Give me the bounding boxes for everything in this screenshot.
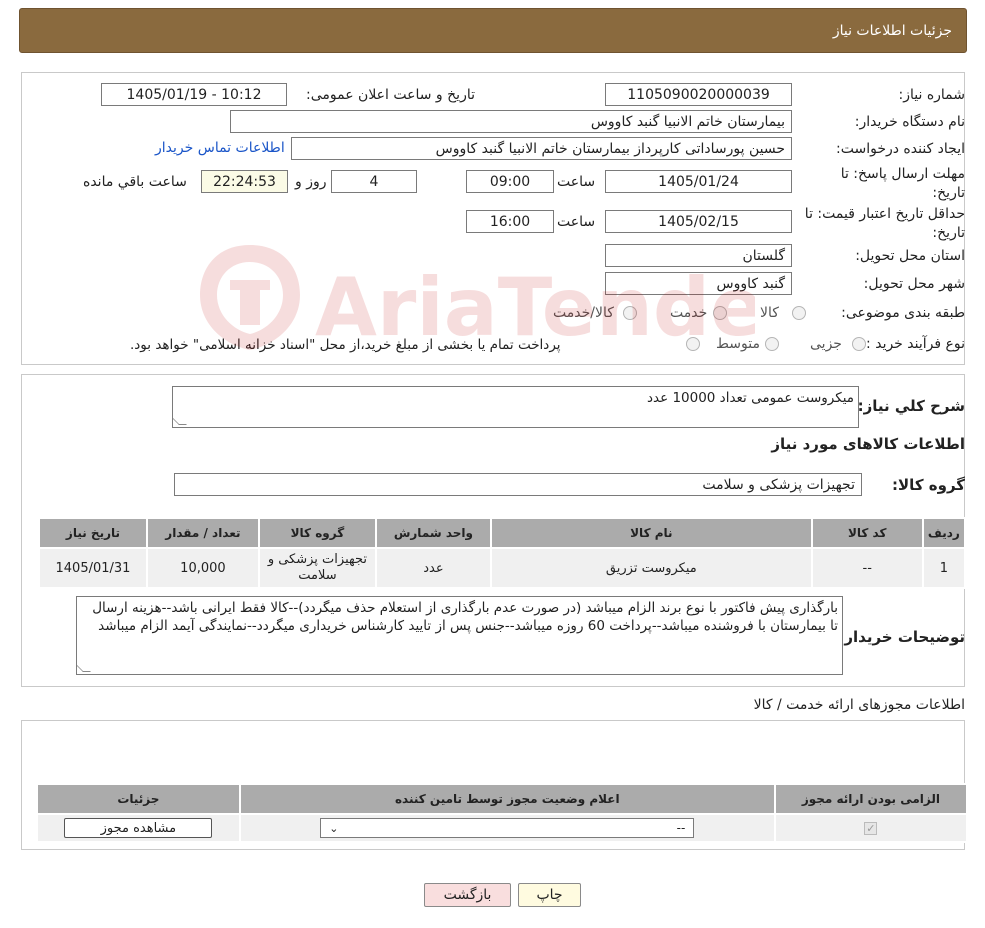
category-radio-goods-service[interactable] xyxy=(623,306,637,320)
column-row: ردیف xyxy=(921,517,967,549)
process-radio-medium[interactable] xyxy=(765,337,779,351)
buyer-org-label: نام دستگاه خریدار: xyxy=(854,114,965,130)
category-label: طبقه بندی موضوعی: xyxy=(841,305,965,321)
column-goods-name: نام کالا xyxy=(489,517,813,549)
city-label: شهر محل تحویل: xyxy=(863,276,965,292)
process-option-medium: متوسط xyxy=(716,336,760,352)
cell-quantity: 10,000 xyxy=(145,547,260,589)
cell-goods-code: -- xyxy=(810,547,924,589)
cell-goods-name: میکروست تزریق xyxy=(489,547,813,589)
permit-status-select[interactable]: ⌄ -- xyxy=(320,818,695,838)
category-option-service: خدمت xyxy=(670,305,708,321)
column-permit-status: اعلام وضعیت مجوز توسط تامین کننده xyxy=(238,783,776,815)
goods-table-header: تاریخ نیاز تعداد / مقدار گروه کالا واحد … xyxy=(38,517,967,549)
buyer-contact-link[interactable]: اطلاعات تماس خریدار xyxy=(155,140,285,156)
category-option-goods: کالا xyxy=(760,305,779,321)
column-permit-required: الزامی بودن ارائه مجوز xyxy=(773,783,969,815)
buyer-notes-text: بارگذاری پیش فاکتور با نوع برند الزام می… xyxy=(92,600,838,634)
category-radio-goods[interactable] xyxy=(792,306,806,320)
print-button[interactable]: چاپ xyxy=(518,883,581,907)
column-need-date: تاریخ نیاز xyxy=(38,517,148,549)
column-quantity: تعداد / مقدار xyxy=(145,517,260,549)
back-button[interactable]: بازگشت xyxy=(424,883,511,907)
province-field: گلستان xyxy=(605,244,792,267)
cell-permit-required: ✓ xyxy=(773,813,969,843)
announce-datetime-field: 1405/01/19 - 10:12 xyxy=(101,83,287,106)
cell-details: مشاهده مجوز xyxy=(36,813,241,843)
resize-grip-icon[interactable] xyxy=(77,664,91,672)
process-radio-minor[interactable] xyxy=(852,337,866,351)
price-validity-time-field: 16:00 xyxy=(466,210,554,233)
permit-required-checkbox[interactable]: ✓ xyxy=(864,821,878,835)
description-textarea[interactable]: میکروست عمومی تعداد 10000 عدد xyxy=(172,386,859,428)
time-remaining-field: 22:24:53 xyxy=(201,170,288,193)
column-unit: واحد شمارش xyxy=(374,517,492,549)
days-remaining-field: 4 xyxy=(331,170,417,193)
buyer-org-field: بیمارستان خاتم الانبیا گنبد کاووس xyxy=(230,110,792,133)
deadline-label: مهلت ارسال پاسخ: تا تاریخ: xyxy=(840,166,965,201)
goods-group-label: گروه کالا: xyxy=(892,476,965,494)
deadline-time-field: 09:00 xyxy=(466,170,554,193)
column-goods-group: گروه کالا xyxy=(257,517,377,549)
table-row: 1405/01/31 10,000 تجهیزات پزشکی و سلامت … xyxy=(38,547,967,589)
treasury-payment-note: پرداخت تمام یا بخشی از مبلغ خرید،از محل … xyxy=(130,337,561,353)
requester-label: ایجاد کننده درخواست: xyxy=(836,141,965,157)
goods-section-title: اطلاعات کالاهای مورد نیاز xyxy=(771,435,965,453)
days-label: روز و xyxy=(295,174,327,190)
column-goods-code: کد کالا xyxy=(810,517,924,549)
need-number-label: شماره نیاز: xyxy=(898,87,966,103)
goods-table: تاریخ نیاز تعداد / مقدار گروه کالا واحد … xyxy=(38,517,967,589)
permits-table: جزئیات اعلام وضعیت مجوز توسط تامین کننده… xyxy=(36,783,969,843)
table-row: مشاهده مجوز ⌄ -- ✓ xyxy=(36,813,969,843)
cell-permit-status: ⌄ -- xyxy=(238,813,776,843)
permit-status-value: -- xyxy=(676,821,686,835)
category-radio-service[interactable] xyxy=(713,306,727,320)
cell-unit: عدد xyxy=(374,547,492,589)
description-label: شرح کلي نياز: xyxy=(857,397,965,415)
buyer-notes-label: توضیحات خریدار: xyxy=(838,628,965,646)
price-validity-date-field: 1405/02/15 xyxy=(605,210,792,233)
permits-section-title: اطلاعات مجوزهای ارائه خدمت / کالا xyxy=(753,697,965,713)
cell-row: 1 xyxy=(921,547,967,589)
cell-need-date: 1405/01/31 xyxy=(38,547,148,589)
province-label: استان محل تحویل: xyxy=(855,248,965,264)
buyer-notes-textarea[interactable]: بارگذاری پیش فاکتور با نوع برند الزام می… xyxy=(76,596,843,675)
deadline-time-label: ساعت xyxy=(557,174,596,190)
requester-field: حسین پورساداتی کارپرداز بیمارستان خاتم ا… xyxy=(291,137,792,160)
page-title: جزئیات اطلاعات نیاز xyxy=(832,22,952,39)
goods-group-field: تجهیزات پزشکی و سلامت xyxy=(174,473,862,496)
time-remaining-label: ساعت باقي مانده xyxy=(83,174,187,190)
cell-goods-group: تجهیزات پزشکی و سلامت xyxy=(257,547,377,589)
description-text: میکروست عمومی تعداد 10000 عدد xyxy=(646,390,854,406)
category-option-goods-service: کالا/خدمت xyxy=(553,305,614,321)
page-header: جزئیات اطلاعات نیاز xyxy=(19,8,967,53)
resize-grip-icon[interactable] xyxy=(173,417,187,425)
price-validity-time-label: ساعت xyxy=(557,214,596,230)
announce-datetime-label: تاریخ و ساعت اعلان عمومی: xyxy=(306,87,475,103)
process-type-label: نوع فرآیند خرید : xyxy=(866,336,965,352)
process-option-minor: جزیی xyxy=(810,336,842,352)
need-number-field: 1105090020000039 xyxy=(605,83,792,106)
process-radio-treasury[interactable] xyxy=(686,337,700,351)
price-validity-label: حداقل تاریخ اعتبار قیمت: تا تاریخ: xyxy=(804,206,965,241)
city-field: گنبد کاووس xyxy=(605,272,792,295)
chevron-down-icon: ⌄ xyxy=(329,821,339,835)
deadline-date-field: 1405/01/24 xyxy=(605,170,792,193)
view-permit-button[interactable]: مشاهده مجوز xyxy=(64,818,213,838)
column-details: جزئیات xyxy=(36,783,241,815)
permits-table-header: جزئیات اعلام وضعیت مجوز توسط تامین کننده… xyxy=(36,783,969,815)
